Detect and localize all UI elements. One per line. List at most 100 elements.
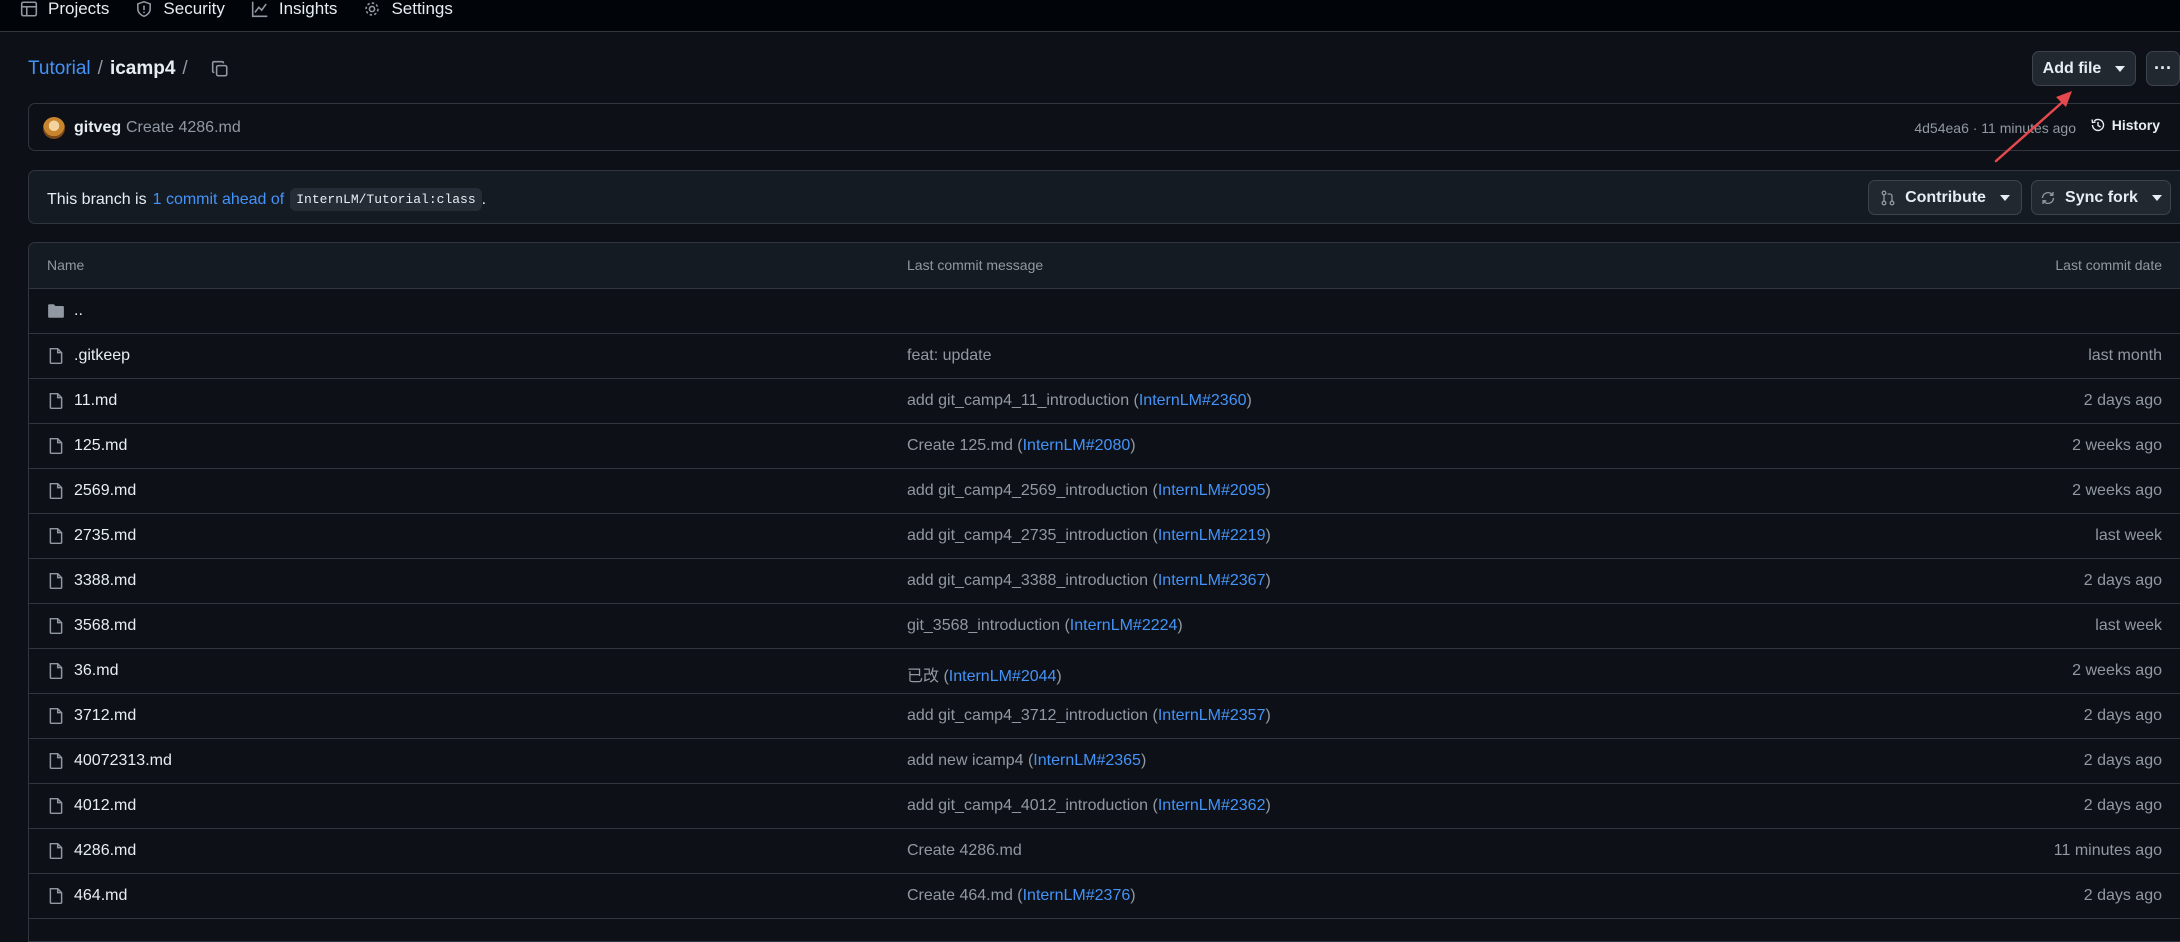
commit-message-link[interactable]: 已改 ( [907,668,949,685]
avatar[interactable] [43,117,65,139]
commit-date: 2 weeks ago [2072,662,2162,679]
file-name-link[interactable]: 125.md [74,437,127,455]
nav-projects[interactable]: Projects [20,0,109,18]
commit-message-link[interactable]: add git_camp4_2569_introduction ( [907,482,1158,499]
copy-icon [211,60,228,77]
commit-message-link[interactable]: Create 4286.md [126,119,241,137]
commit-message-link[interactable]: Create 125.md ( [907,437,1023,454]
commit-message-link[interactable]: add git_camp4_4012_introduction ( [907,797,1158,814]
commit-message-link[interactable]: add git_camp4_3388_introduction ( [907,572,1158,589]
commit-hash-time[interactable]: 4d54ea6 · 11 minutes ago [1914,120,2076,136]
file-name-link[interactable]: .gitkeep [74,347,130,365]
table-row[interactable]: 2569.md add git_camp4_2569_introduction … [29,469,2180,514]
table-row[interactable]: 40072313.md add new icamp4 (InternLM#236… [29,739,2180,784]
parent-directory-row[interactable]: .. [29,289,2180,334]
breadcrumb-repo-link[interactable]: Tutorial [28,58,91,80]
copy-path-button[interactable] [209,58,231,80]
table-row[interactable]: 4012.md add git_camp4_4012_introduction … [29,784,2180,829]
file-icon [49,842,63,860]
table-row[interactable]: .gitkeep feat: update last month [29,334,2180,379]
commit-message-link[interactable]: add new icamp4 ( [907,752,1033,769]
table-row[interactable]: 464.md Create 464.md (InternLM#2376) 2 d… [29,874,2180,919]
pull-request-link[interactable]: InternLM#2219 [1158,527,1266,544]
contribute-button[interactable]: Contribute [1868,180,2022,215]
table-row[interactable]: 125.md Create 125.md (InternLM#2080) 2 w… [29,424,2180,469]
pull-request-link[interactable]: InternLM#2362 [1158,797,1266,814]
table-row[interactable]: 4286.md Create 4286.md 11 minutes ago [29,829,2180,874]
file-name-link[interactable]: 2569.md [74,482,136,500]
file-icon [49,887,63,905]
commit-message-link[interactable]: add git_camp4_11_introduction ( [907,392,1139,409]
commit-message-close: ) [1130,437,1136,454]
table-header: Name Last commit message Last commit dat… [29,243,2180,289]
file-name-link[interactable]: 36.md [74,662,118,680]
commits-ahead-link[interactable]: 1 commit ahead of [153,191,285,209]
table-row[interactable]: 3712.md add git_camp4_3712_introduction … [29,694,2180,739]
commit-message-close: ) [1265,482,1271,499]
pull-request-link[interactable]: InternLM#2095 [1158,482,1266,499]
file-name-link[interactable]: 3712.md [74,707,136,725]
file-name-link[interactable]: 464.md [74,887,127,905]
gear-icon [365,2,380,16]
file-name-link[interactable]: 4286.md [74,842,136,860]
commit-message: git_3568_introduction (InternLM#2224) [907,617,1183,635]
commit-date: 2 weeks ago [2072,437,2162,454]
commit-message-link[interactable]: feat: update [907,347,992,364]
nav-settings[interactable]: Settings [363,0,453,18]
pull-request-link[interactable]: InternLM#2224 [1070,617,1178,634]
commit-author-link[interactable]: gitveg [74,119,121,137]
breadcrumb-separator: / [182,58,188,79]
commit-message-link[interactable]: add git_camp4_2735_introduction ( [907,527,1158,544]
commit-message-link[interactable]: Create 464.md ( [907,887,1023,904]
nav-insights[interactable]: Insights [251,0,337,18]
add-file-button[interactable]: Add file [2032,51,2136,86]
table-row[interactable]: 3568.md git_3568_introduction (InternLM#… [29,604,2180,649]
commit-date: last week [2095,617,2162,634]
pull-request-link[interactable]: InternLM#2044 [949,668,1057,685]
commit-message-link[interactable]: git_3568_introduction ( [907,617,1070,634]
pull-request-link[interactable]: InternLM#2080 [1023,437,1131,454]
commit-message: add git_camp4_4012_introduction (InternL… [907,797,1271,815]
file-name-link[interactable]: 3388.md [74,572,136,590]
pull-request-link[interactable]: InternLM#2376 [1023,887,1131,904]
file-table: Name Last commit message Last commit dat… [28,242,2180,942]
table-icon [20,1,38,17]
commit-message: feat: update [907,347,992,365]
commit-message: add git_camp4_3388_introduction (InternL… [907,572,1271,590]
branch-status-suffix: . [481,190,487,208]
pull-request-link[interactable]: InternLM#2360 [1139,392,1247,409]
commit-message-link[interactable]: add git_camp4_3712_introduction ( [907,707,1158,724]
more-options-button[interactable]: ··· [2146,51,2180,86]
commit-message: add git_camp4_3712_introduction (InternL… [907,707,1271,725]
commit-message: add git_camp4_11_introduction (InternLM#… [907,392,1252,410]
nav-security[interactable]: Security [135,0,225,18]
breadcrumb-separator: / [97,58,103,79]
file-icon [49,707,63,725]
file-name-link[interactable]: 2735.md [74,527,136,545]
nav-label: Projects [48,0,110,18]
table-row[interactable]: 3388.md add git_camp4_3388_introduction … [29,559,2180,604]
sync-fork-label: Sync fork [2065,188,2138,206]
pull-request-link[interactable]: InternLM#2357 [1158,707,1266,724]
file-name-link[interactable]: 11.md [74,392,117,410]
pull-request-link[interactable]: InternLM#2365 [1033,752,1141,769]
sync-fork-button[interactable]: Sync fork [2031,180,2171,215]
history-button[interactable]: History [2090,117,2160,133]
commit-message-close: ) [1265,572,1271,589]
contribute-label: Contribute [1905,188,1986,206]
commit-message-link[interactable]: Create 4286.md [907,842,1022,859]
commit-date: last month [2088,347,2162,364]
file-icon [49,572,63,590]
file-name-link[interactable]: 4012.md [74,797,136,815]
file-name-link[interactable]: 3568.md [74,617,136,635]
table-row[interactable]: 11.md add git_camp4_11_introduction (Int… [29,379,2180,424]
branch-status-text: This branch is 1 commit ahead of InternL… [47,188,486,211]
commit-date: 2 days ago [2083,797,2162,814]
file-name-link[interactable]: 40072313.md [74,752,172,770]
parent-directory-link[interactable]: .. [74,302,83,320]
latest-commit-bar: gitveg Create 4286.md 4d54ea6 · 11 minut… [28,103,2180,151]
breadcrumb-current-folder: icamp4 [109,58,176,79]
pull-request-link[interactable]: InternLM#2367 [1158,572,1266,589]
table-row[interactable]: 2735.md add git_camp4_2735_introduction … [29,514,2180,559]
table-row[interactable]: 36.md 已改 (InternLM#2044) 2 weeks ago [29,649,2180,694]
